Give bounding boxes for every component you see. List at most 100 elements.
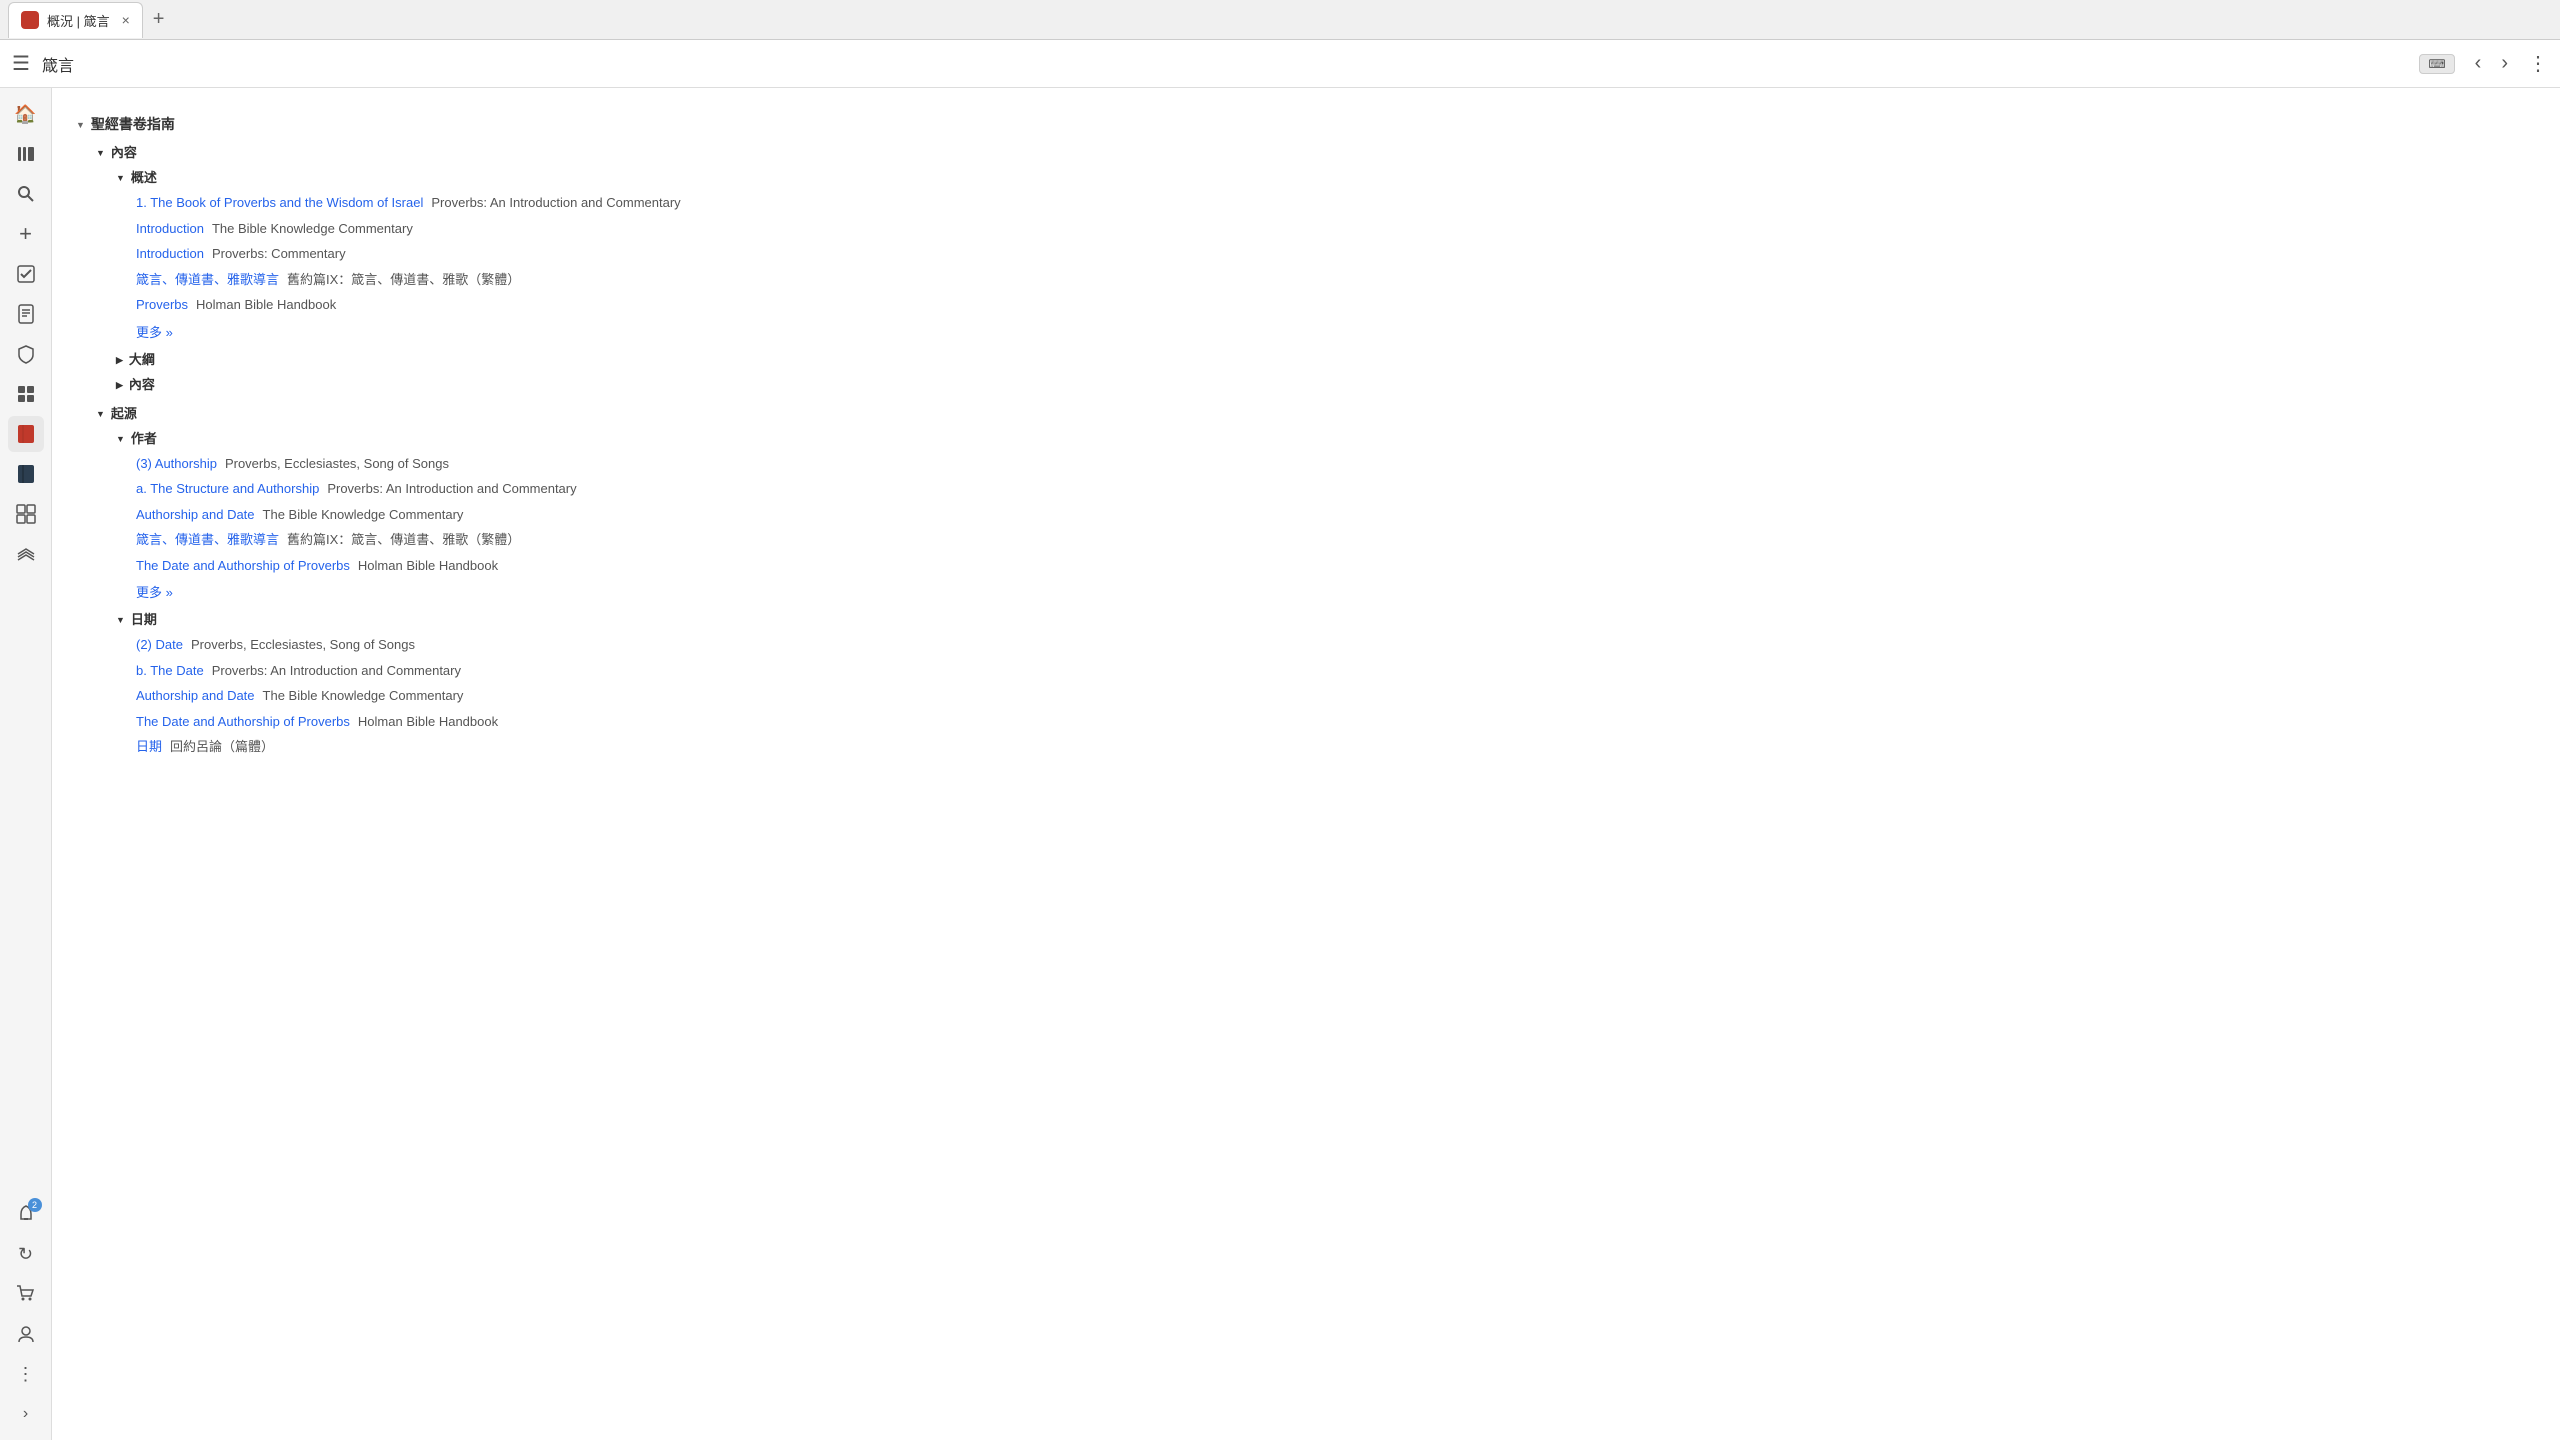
sidebar-icon-home[interactable]: 🏠 [8,96,44,132]
sidebar-icon-expand[interactable]: › [8,1396,44,1432]
item-source: The Bible Knowledge Commentary [263,686,464,706]
item-source: 回約呂論（篇體） [170,737,274,757]
list-item: 箴言、傳道書、雅歌導言 舊約篇IX：箴言、傳道書、雅歌（繁體） [76,527,2536,553]
sidebar-icon-book-dark[interactable] [8,456,44,492]
sidebar-icon-layers[interactable] [8,536,44,572]
item-link[interactable]: b. The Date [136,661,204,681]
menu-icon[interactable]: ☰ [12,51,30,76]
list-item: Authorship and Date The Bible Knowledge … [76,502,2536,528]
sidebar-icon-cart[interactable] [8,1276,44,1312]
notification-badge: 2 [28,1198,42,1212]
more-options-icon[interactable]: ⋮ [2528,51,2548,76]
list-item: b. The Date Proverbs: An Introduction an… [76,658,2536,684]
item-source: The Bible Knowledge Commentary [263,505,464,525]
list-item: 1. The Book of Proverbs and the Wisdom o… [76,190,2536,216]
subsection-date-toggle[interactable] [116,611,125,626]
top-section-title: 聖經書卷指南 [91,114,175,134]
subsection-content-inner-label: 內容 [129,374,155,393]
section-origin-label: 起源 [111,403,137,422]
item-link[interactable]: Proverbs [136,295,188,315]
item-link[interactable]: Authorship and Date [136,686,255,706]
list-item: Proverbs Holman Bible Handbook [76,292,2536,318]
subsection-overview-label: 概述 [131,167,157,186]
keyboard-button[interactable]: ⌨ [2419,54,2454,74]
item-source: Proverbs: An Introduction and Commentary [431,193,680,213]
subsection-date-label: 日期 [131,609,157,628]
list-item: 日期 回約呂論（篇體） [76,734,2536,760]
top-section-toggle[interactable] [76,117,85,131]
subsection-content-inner: 內容 [76,374,2536,393]
item-source: 舊約篇IX：箴言、傳道書、雅歌（繁體） [287,530,520,550]
section-content: 內容 [76,142,2536,161]
item-source: Holman Bible Handbook [358,556,498,576]
main-layout: 🏠 + [0,88,2560,1440]
subsection-author-label: 作者 [131,428,157,447]
item-link[interactable]: 箴言、傳道書、雅歌導言 [136,530,279,550]
list-item: The Date and Authorship of Proverbs Holm… [76,709,2536,735]
item-link[interactable]: The Date and Authorship of Proverbs [136,556,350,576]
subsection-author: 作者 [76,428,2536,447]
sidebar-icon-library[interactable] [8,136,44,172]
sidebar-icon-shield[interactable] [8,336,44,372]
nav-forward-button[interactable]: › [2493,48,2516,79]
item-source: Holman Bible Handbook [358,712,498,732]
list-item: (2) Date Proverbs, Ecclesiastes, Song of… [76,632,2536,658]
subsection-overview: 概述 [76,167,2536,186]
item-source: The Bible Knowledge Commentary [212,219,413,239]
item-source: Proverbs, Ecclesiastes, Song of Songs [191,635,415,655]
sidebar-icon-modules[interactable] [8,496,44,532]
book-title: 箴言 [42,52,2407,76]
nav-back-button[interactable]: ‹ [2467,48,2490,79]
item-link[interactable]: 箴言、傳道書、雅歌導言 [136,270,279,290]
more-link-overview[interactable]: 更多 » [76,322,2536,341]
item-source: Proverbs: An Introduction and Commentary [212,661,461,681]
top-section-header: 聖經書卷指南 [76,114,2536,134]
tab-close-button[interactable]: × [122,12,130,28]
item-link[interactable]: 1. The Book of Proverbs and the Wisdom o… [136,193,423,213]
toolbar: ☰ 箴言 ⌨ ‹ › ⋮ [0,40,2560,88]
subsection-outline-toggle[interactable] [116,351,123,366]
subsection-overview-toggle[interactable] [116,169,125,184]
sidebar-icon-more[interactable]: ⋮ [8,1356,44,1392]
tab-icon [21,11,39,29]
section-origin-toggle[interactable] [96,405,105,420]
sidebar-icon-add[interactable]: + [8,216,44,252]
content-area: 聖經書卷指南 內容 概述 1. The Book of Proverbs and… [52,88,2560,1440]
sidebar-icon-check[interactable] [8,256,44,292]
list-item: a. The Structure and Authorship Proverbs… [76,476,2536,502]
tab-label: 概況 | 箴言 [47,11,110,30]
sidebar-icon-user[interactable] [8,1316,44,1352]
sidebar-icon-grid[interactable] [8,376,44,412]
list-item: 箴言、傳道書、雅歌導言 舊約篇IX：箴言、傳道書、雅歌（繁體） [76,267,2536,293]
item-link[interactable]: 日期 [136,737,162,757]
subsection-content-inner-toggle[interactable] [116,376,123,391]
item-link[interactable]: (3) Authorship [136,454,217,474]
sidebar-icon-refresh[interactable]: ↻ [8,1236,44,1272]
item-link[interactable]: Introduction [136,244,204,264]
sidebar-icon-document[interactable] [8,296,44,332]
subsection-date: 日期 [76,609,2536,628]
item-link[interactable]: Introduction [136,219,204,239]
item-source: Holman Bible Handbook [196,295,336,315]
subsection-author-toggle[interactable] [116,430,125,445]
new-tab-button[interactable]: + [147,8,171,31]
sidebar-icon-notification[interactable]: 2 [8,1196,44,1232]
item-link[interactable]: Authorship and Date [136,505,255,525]
subsection-outline-label: 大綱 [129,349,155,368]
section-origin: 起源 [76,403,2536,422]
section-content-toggle[interactable] [96,144,105,159]
active-tab[interactable]: 概況 | 箴言 × [8,2,143,38]
sidebar-icons: 🏠 + [0,88,52,1440]
item-link[interactable]: (2) Date [136,635,183,655]
sidebar-icon-book-red[interactable] [8,416,44,452]
subsection-outline: 大綱 [76,349,2536,368]
item-link[interactable]: a. The Structure and Authorship [136,479,319,499]
section-content-label: 內容 [111,142,137,161]
sidebar-icon-search[interactable] [8,176,44,212]
item-source: 舊約篇IX：箴言、傳道書、雅歌（繁體） [287,270,520,290]
list-item: Authorship and Date The Bible Knowledge … [76,683,2536,709]
more-link-author[interactable]: 更多 » [76,582,2536,601]
list-item: Introduction Proverbs: Commentary [76,241,2536,267]
nav-buttons: ‹ › [2467,48,2516,79]
item-link[interactable]: The Date and Authorship of Proverbs [136,712,350,732]
